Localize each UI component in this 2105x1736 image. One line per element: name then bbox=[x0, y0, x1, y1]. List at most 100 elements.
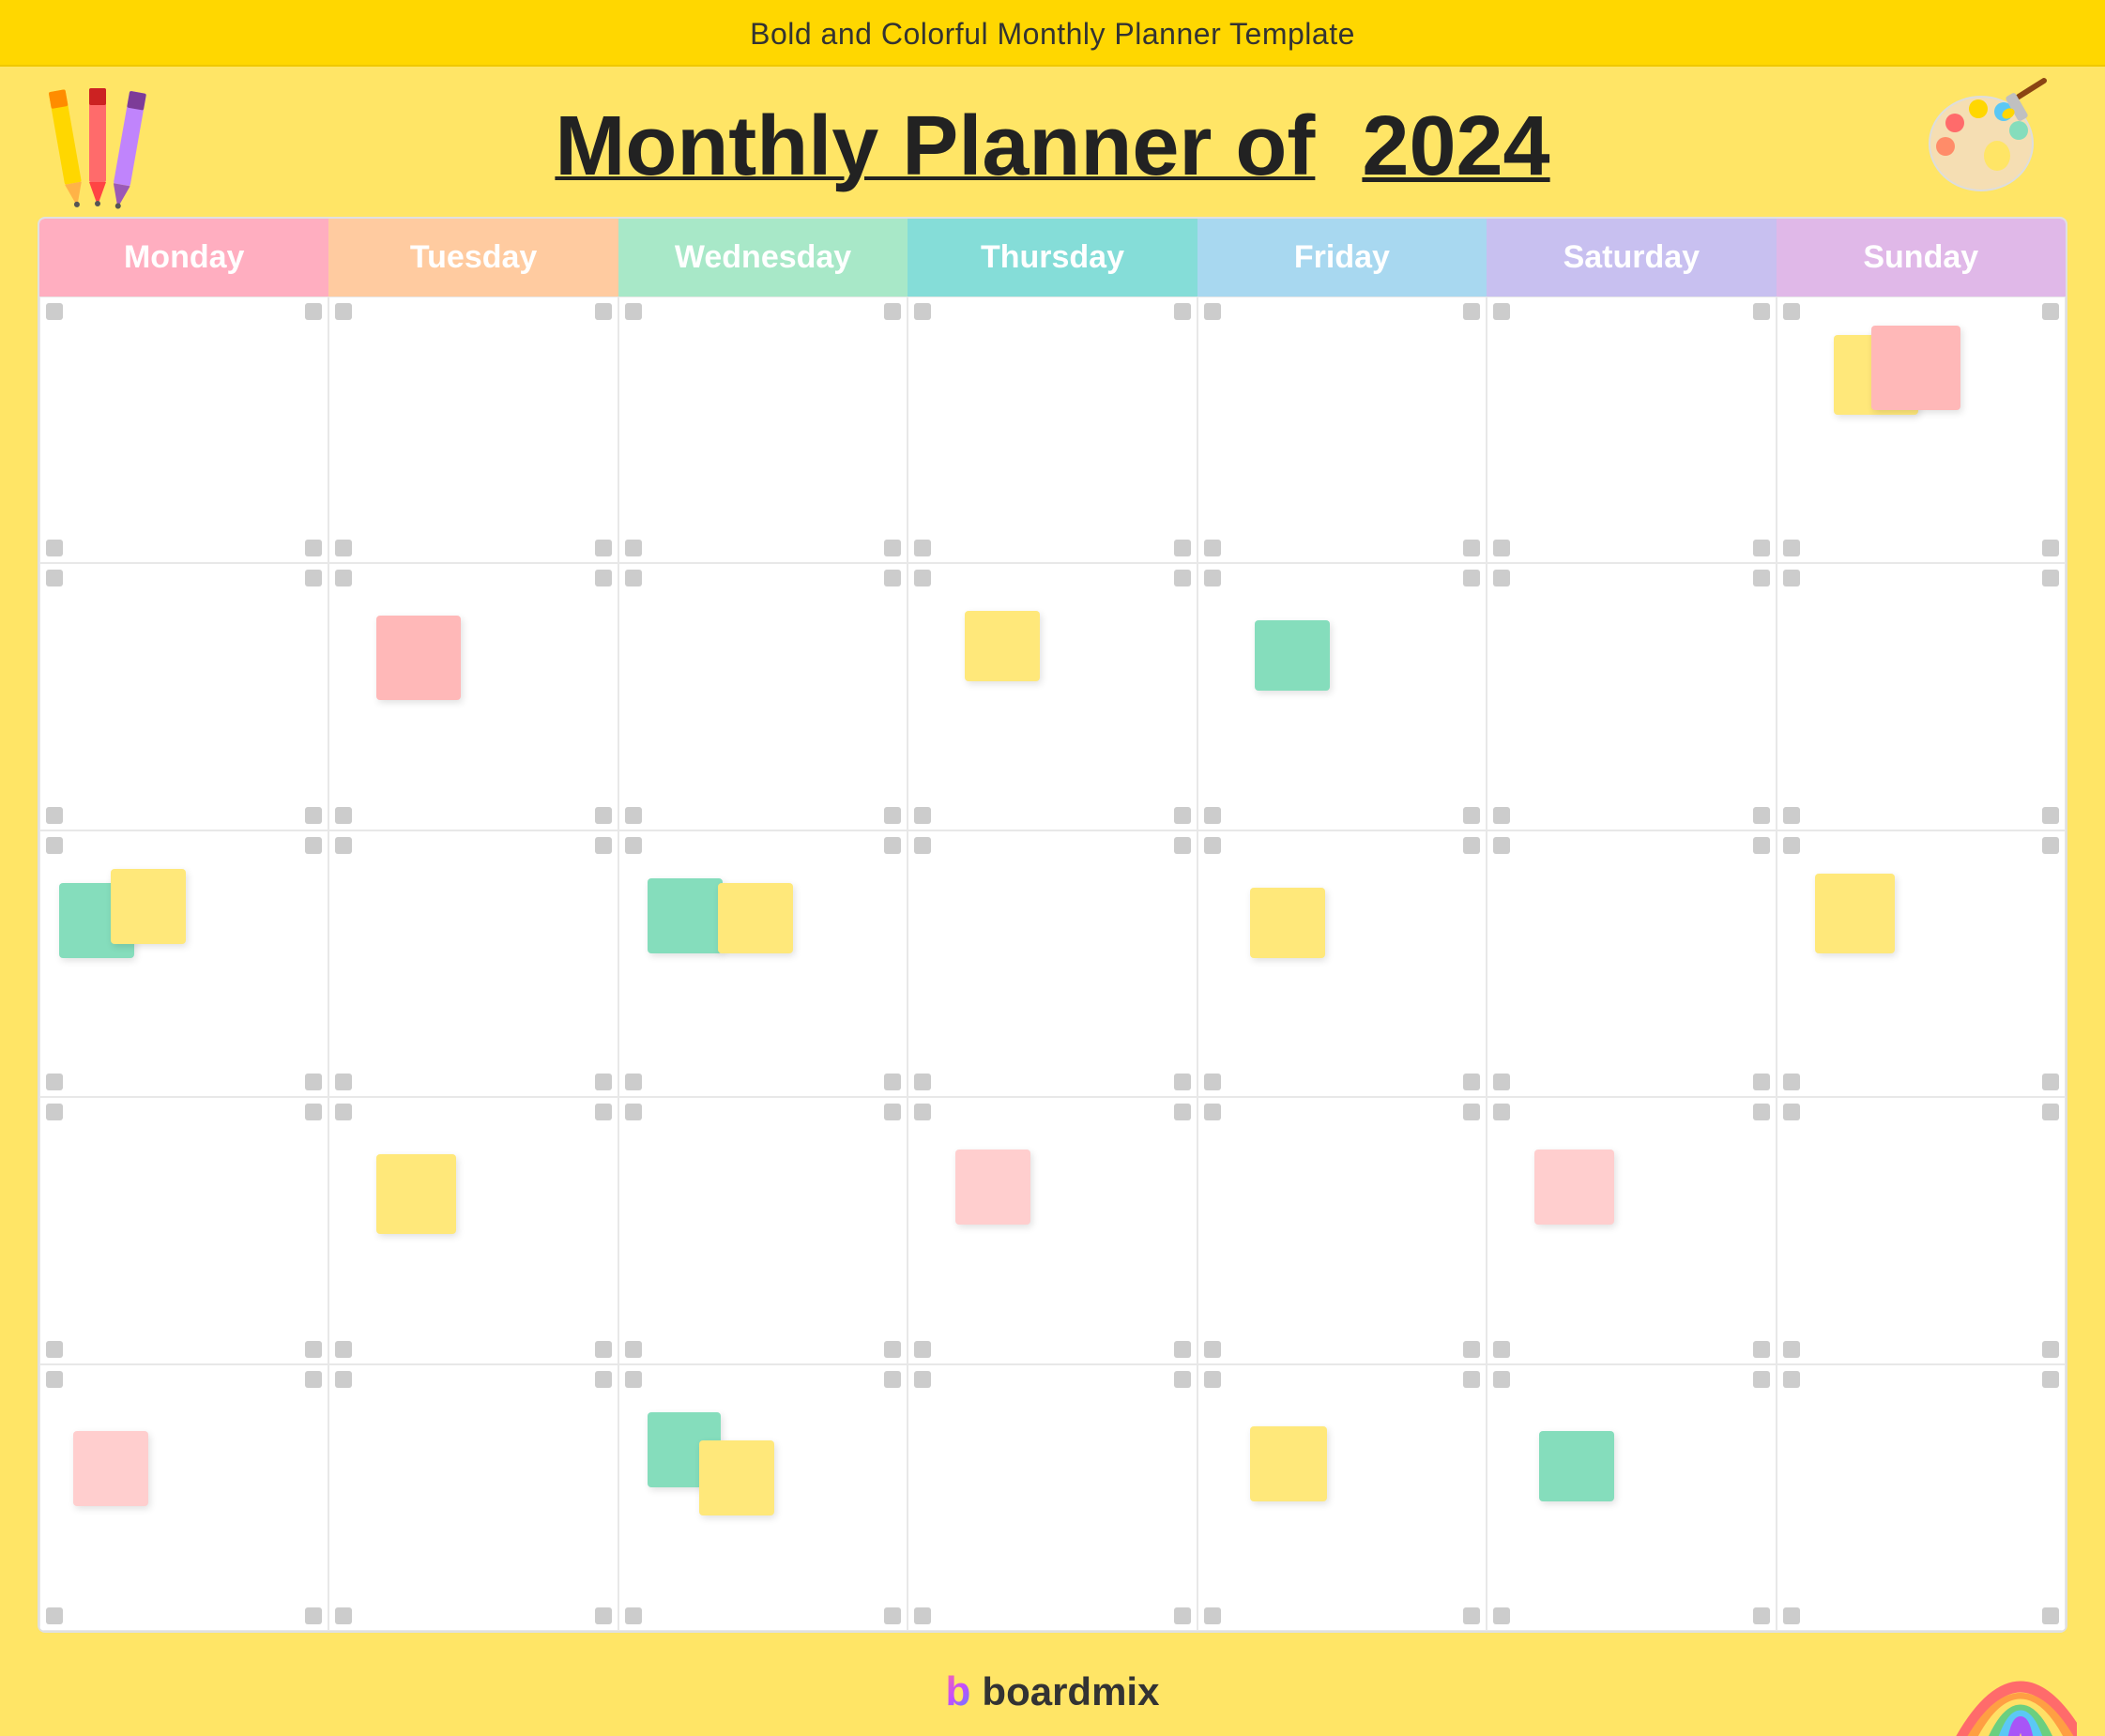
corner-dot-bl bbox=[46, 1341, 63, 1358]
corner-dot-tr bbox=[595, 1104, 612, 1120]
corner-dot-br bbox=[1463, 540, 1480, 556]
corner-dot-tl bbox=[1204, 303, 1221, 320]
calendar-cell bbox=[1487, 297, 1776, 563]
corner-dot-tr bbox=[1174, 570, 1191, 586]
corner-dot-tl bbox=[335, 837, 352, 854]
corner-dot-tl bbox=[46, 570, 63, 586]
corner-dot-br bbox=[305, 1341, 322, 1358]
header-sunday: Sunday bbox=[1777, 219, 2066, 297]
sticky-note-11 bbox=[376, 1154, 456, 1234]
calendar-cell bbox=[908, 1364, 1197, 1631]
corner-dot-tl bbox=[1493, 303, 1510, 320]
corner-dot-tl bbox=[335, 570, 352, 586]
corner-dot-tl bbox=[1204, 1371, 1221, 1388]
corner-dot-br bbox=[1463, 1074, 1480, 1090]
corner-dot-tr bbox=[1753, 837, 1770, 854]
calendar-cell bbox=[328, 830, 618, 1097]
corner-dot-tr bbox=[1463, 837, 1480, 854]
corner-dot-bl bbox=[1783, 1607, 1800, 1624]
corner-dot-tl bbox=[46, 303, 63, 320]
boardmix-b-icon: b bbox=[946, 1668, 971, 1715]
calendar-cell bbox=[1197, 830, 1487, 1097]
palette-icon bbox=[1917, 76, 2058, 221]
sticky-note-2 bbox=[376, 616, 461, 700]
corner-dot-tl bbox=[914, 1104, 931, 1120]
corner-dot-tr bbox=[1753, 303, 1770, 320]
rainbow-icon bbox=[1945, 1642, 2077, 1736]
corner-dot-tr bbox=[305, 1104, 322, 1120]
calendar-cell bbox=[39, 1097, 328, 1363]
corner-dot-br bbox=[2042, 1341, 2059, 1358]
corner-dot-bl bbox=[914, 1074, 931, 1090]
corner-dot-br bbox=[1174, 540, 1191, 556]
corner-dot-br bbox=[1463, 807, 1480, 824]
calendar-cell bbox=[1777, 563, 2066, 830]
header-thursday: Thursday bbox=[908, 219, 1197, 297]
corner-dot-tl bbox=[46, 837, 63, 854]
corner-dot-tr bbox=[305, 1371, 322, 1388]
corner-dot-br bbox=[1174, 1074, 1191, 1090]
corner-dot-tr bbox=[1753, 1104, 1770, 1120]
corner-dot-br bbox=[1753, 1074, 1770, 1090]
top-banner: Bold and Colorful Monthly Planner Templa… bbox=[0, 0, 2105, 67]
calendar-cell bbox=[328, 1364, 618, 1631]
header-monday: Monday bbox=[39, 219, 328, 297]
corner-dot-bl bbox=[1204, 540, 1221, 556]
header-area: Monthly Planner of 2024 bbox=[0, 67, 2105, 217]
calendar-cell bbox=[1487, 563, 1776, 830]
corner-dot-bl bbox=[625, 1074, 642, 1090]
corner-dot-bl bbox=[1783, 807, 1800, 824]
corner-dot-tr bbox=[1174, 837, 1191, 854]
corner-dot-bl bbox=[625, 540, 642, 556]
corner-dot-tr bbox=[2042, 303, 2059, 320]
corner-dot-bl bbox=[335, 1341, 352, 1358]
corner-dot-tl bbox=[335, 1104, 352, 1120]
calendar-cell bbox=[618, 563, 908, 830]
corner-dot-bl bbox=[1493, 1607, 1510, 1624]
corner-dot-tr bbox=[2042, 837, 2059, 854]
corner-dot-tr bbox=[595, 303, 612, 320]
calendar-cell bbox=[1487, 1097, 1776, 1363]
calendar-cell bbox=[618, 1097, 908, 1363]
calendar-cell bbox=[908, 563, 1197, 830]
corner-dot-tl bbox=[625, 1371, 642, 1388]
corner-dot-tl bbox=[1204, 570, 1221, 586]
corner-dot-bl bbox=[1493, 540, 1510, 556]
calendar-cell bbox=[39, 297, 328, 563]
corner-dot-tr bbox=[884, 1371, 901, 1388]
corner-dot-tr bbox=[305, 570, 322, 586]
corner-dot-tl bbox=[625, 837, 642, 854]
corner-dot-br bbox=[595, 540, 612, 556]
corner-dot-br bbox=[1174, 807, 1191, 824]
corner-dot-bl bbox=[1493, 1341, 1510, 1358]
corner-dot-bl bbox=[46, 1607, 63, 1624]
corner-dot-tl bbox=[625, 303, 642, 320]
corner-dot-tr bbox=[1174, 1104, 1191, 1120]
corner-dot-br bbox=[1174, 1341, 1191, 1358]
corner-dot-br bbox=[2042, 1074, 2059, 1090]
header-saturday: Saturday bbox=[1487, 219, 1776, 297]
corner-dot-bl bbox=[1204, 807, 1221, 824]
corner-dot-tl bbox=[1493, 1104, 1510, 1120]
calendar-cell bbox=[1197, 1097, 1487, 1363]
sticky-note-14 bbox=[73, 1431, 148, 1506]
sticky-note-18 bbox=[1539, 1431, 1614, 1501]
calendar-cell bbox=[39, 1364, 328, 1631]
calendar-cell bbox=[618, 1364, 908, 1631]
corner-dot-bl bbox=[335, 807, 352, 824]
calendar-cell bbox=[908, 297, 1197, 563]
calendar: Monday Tuesday Wednesday Thursday Friday… bbox=[38, 217, 2067, 1633]
corner-dot-br bbox=[884, 540, 901, 556]
sticky-note-12 bbox=[955, 1150, 1030, 1225]
corner-dot-bl bbox=[1783, 1074, 1800, 1090]
corner-dot-br bbox=[1753, 807, 1770, 824]
corner-dot-bl bbox=[46, 1074, 63, 1090]
page-title: Monthly Planner of 2024 bbox=[555, 99, 1549, 195]
sticky-note-16 bbox=[699, 1440, 774, 1515]
corner-dot-bl bbox=[1493, 807, 1510, 824]
corner-dot-tr bbox=[305, 303, 322, 320]
corner-dot-br bbox=[2042, 807, 2059, 824]
corner-dot-bl bbox=[335, 1074, 352, 1090]
corner-dot-tl bbox=[914, 1371, 931, 1388]
corner-dot-tr bbox=[1463, 303, 1480, 320]
